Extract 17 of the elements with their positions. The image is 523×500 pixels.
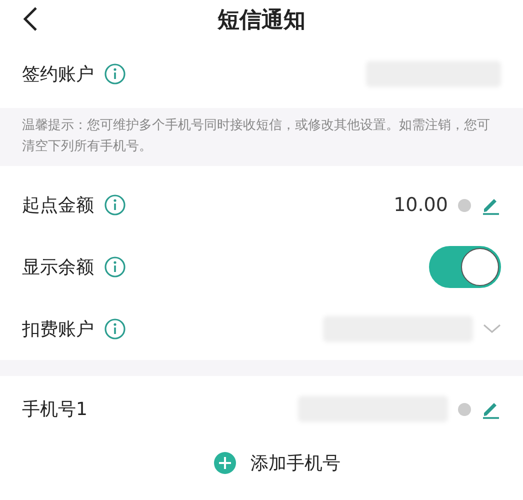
row-label: 签约账户 [22,63,94,86]
info-icon[interactable] [104,318,126,340]
row-label: 显示余额 [22,256,94,279]
back-icon [22,6,38,32]
add-phone-button[interactable]: 添加手机号 [206,450,346,476]
plus-icon [212,451,236,475]
row-label: 扣费账户 [22,318,94,341]
page-title: 短信通知 [218,7,306,35]
info-icon[interactable] [104,256,126,278]
amount-value: 10.00 [394,194,448,216]
chevron-down-icon[interactable] [483,324,501,334]
tip-text: 温馨提示：您可维护多个手机号同时接收短信，或修改其他设置。如需注销，您可清空下列所有手机号。 [22,117,491,156]
row-label: 起点金额 [22,194,94,217]
info-icon[interactable] [104,63,126,85]
info-icon[interactable] [104,194,126,216]
row-label: 手机号1 [22,398,88,421]
toggle-switch[interactable] [429,246,501,288]
